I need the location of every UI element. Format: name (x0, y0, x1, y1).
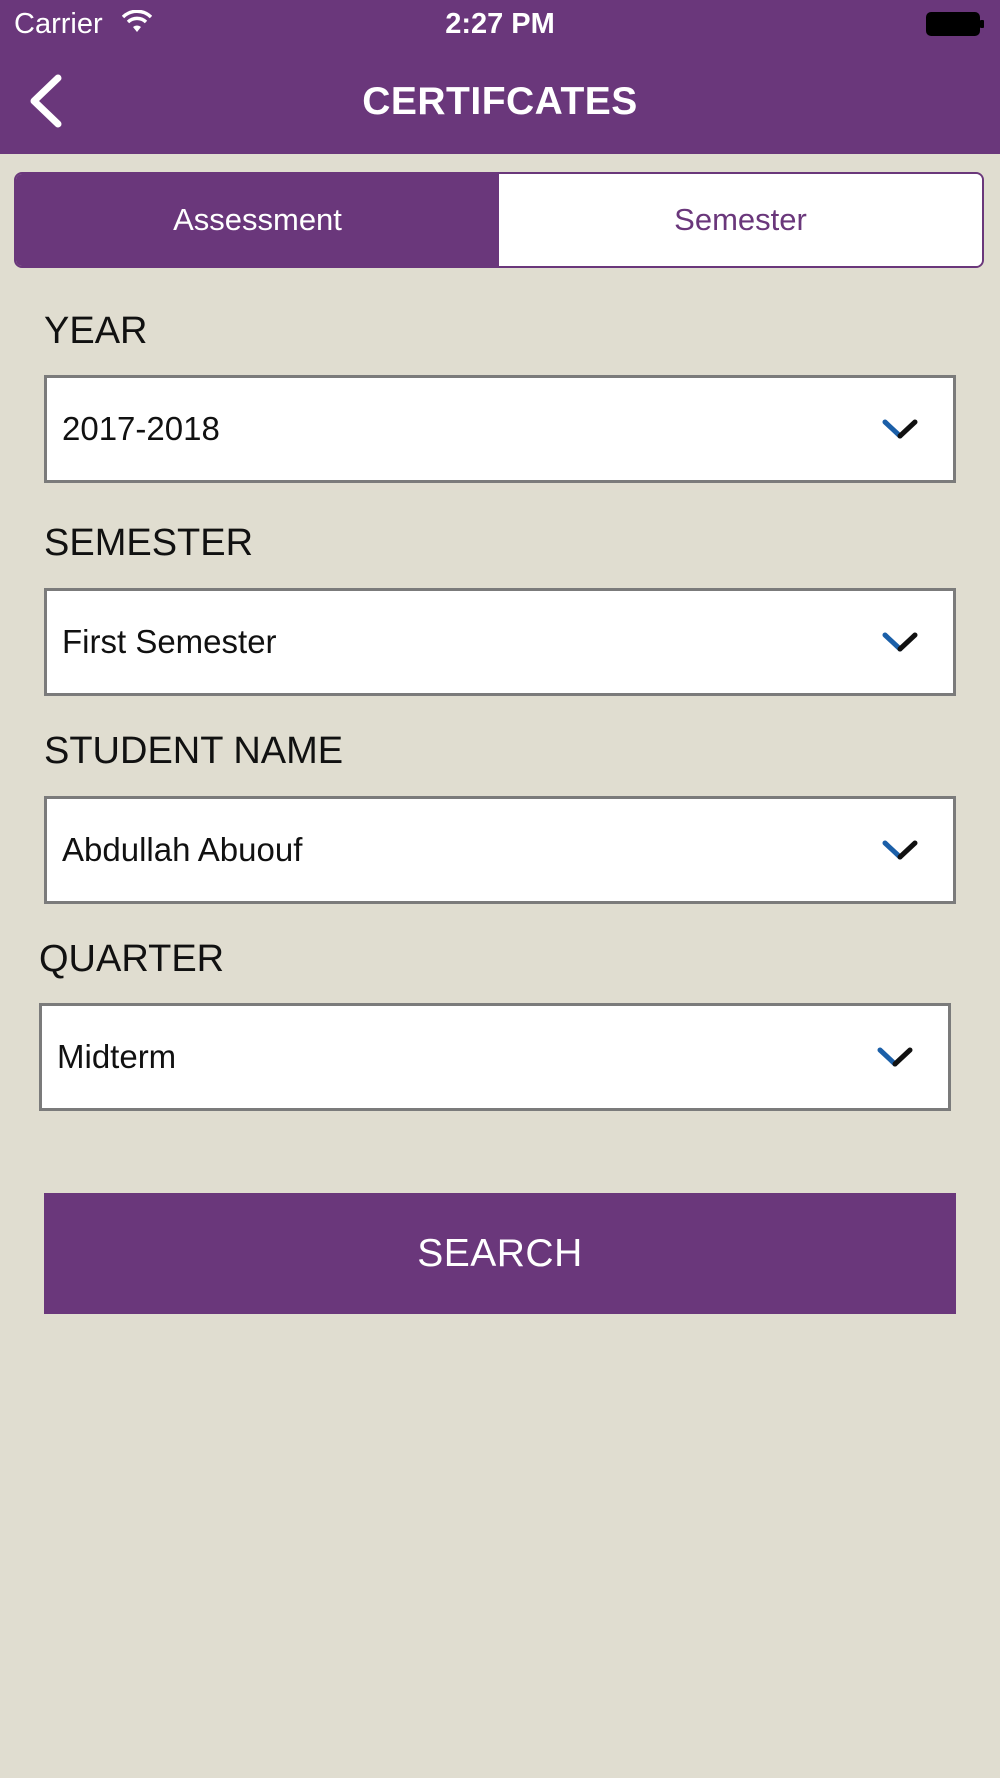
year-label: YEAR (44, 310, 148, 352)
student-name-label: STUDENT NAME (44, 730, 344, 772)
battery-icon (926, 12, 984, 36)
student-name-value: Abdullah Abuouf (62, 831, 303, 868)
quarter-value: Midterm (57, 1038, 177, 1075)
semester-value: First Semester (62, 623, 277, 660)
search-button[interactable]: SEARCH (44, 1193, 956, 1314)
chevron-down-icon (882, 840, 918, 860)
chevron-down-icon (877, 1047, 913, 1067)
semester-label: SEMESTER (44, 522, 254, 564)
year-select[interactable]: 2017-2018 (44, 375, 956, 483)
quarter-label: QUARTER (39, 938, 225, 980)
chevron-down-icon (882, 632, 918, 652)
tab-assessment[interactable]: Assessment (16, 174, 499, 266)
status-time: 2:27 PM (445, 8, 555, 40)
tab-semester[interactable]: Semester (499, 174, 982, 266)
student-name-select[interactable]: Abdullah Abuouf (44, 796, 956, 904)
nav-header: Carrier 2:27 PM CERTIFCATES (0, 0, 1000, 154)
semester-select[interactable]: First Semester (44, 588, 956, 696)
page-title: CERTIFCATES (362, 80, 638, 123)
year-value: 2017-2018 (62, 410, 220, 447)
segmented-control: Assessment Semester (14, 172, 984, 268)
quarter-select[interactable]: Midterm (39, 1003, 951, 1111)
chevron-down-icon (882, 419, 918, 439)
